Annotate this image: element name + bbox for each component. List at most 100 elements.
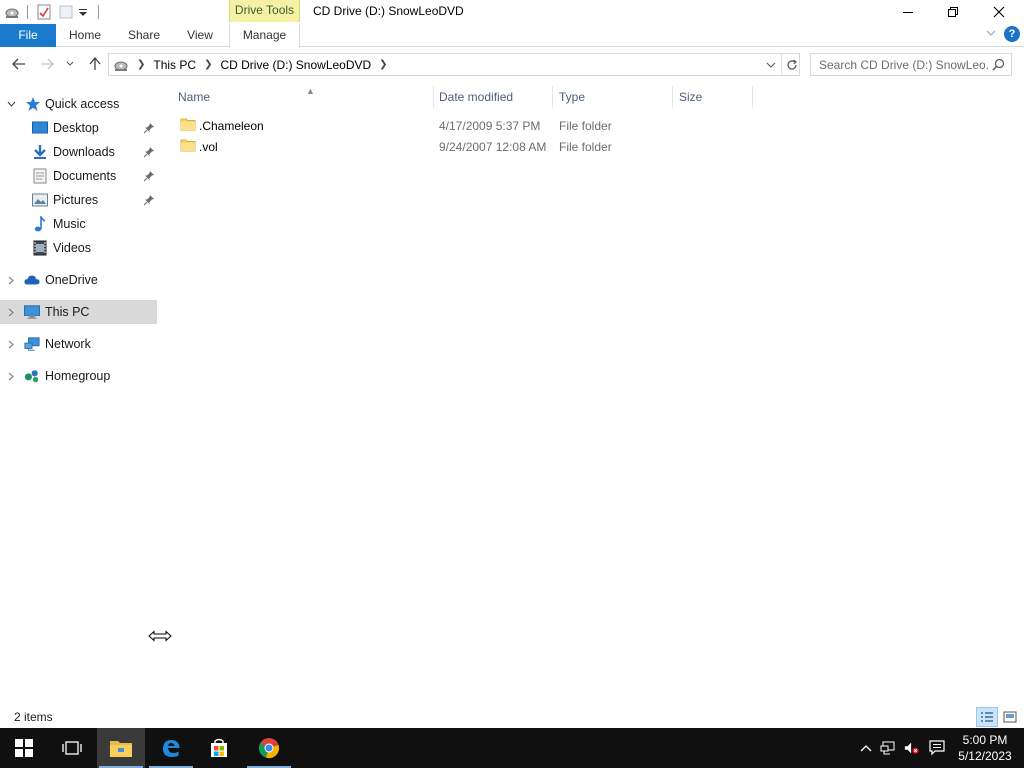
start-icon (15, 739, 33, 757)
pictures-icon (32, 192, 48, 208)
nav-item-onedrive[interactable]: OneDrive (0, 268, 157, 292)
forward-button[interactable] (36, 54, 58, 74)
tab-share[interactable]: Share (120, 24, 168, 47)
search-placeholder: Search CD Drive (D:) SnowLeo... (819, 58, 989, 72)
large-icons-view-icon (1003, 711, 1017, 723)
recent-locations-button[interactable] (62, 54, 78, 74)
help-icon[interactable]: ? (1004, 26, 1020, 42)
store-icon (211, 738, 227, 757)
expand-ribbon-icon[interactable] (986, 27, 996, 41)
taskbar-chrome[interactable] (245, 728, 293, 768)
breadcrumb-chevron-icon[interactable]: ❯ (137, 59, 145, 70)
tab-view[interactable]: View (178, 24, 222, 47)
new-folder-icon[interactable] (58, 4, 74, 20)
qat-separator (98, 5, 99, 19)
nav-item-music[interactable]: Music (0, 212, 157, 236)
breadcrumb: ❯ This PC ❯ CD Drive (D:) SnowLeoDVD ❯ (109, 54, 396, 75)
drive-tools-context-label: Drive Tools (229, 0, 300, 22)
close-button[interactable] (976, 0, 1022, 24)
nav-item-desktop[interactable]: Desktop (0, 116, 157, 140)
file-name: .vol (199, 140, 218, 154)
nav-quick-access[interactable]: Quick access (0, 92, 157, 116)
nav-label: Pictures (53, 193, 99, 207)
column-header-size[interactable]: Size (673, 86, 753, 108)
folder-icon (180, 117, 196, 131)
column-header-label: Name (178, 90, 211, 104)
tab-file[interactable]: File (0, 24, 56, 47)
network-icon (24, 336, 40, 352)
taskbar: 5:00 PM 5/12/2023 (0, 728, 1024, 768)
this-pc-icon (24, 304, 40, 320)
nav-label: OneDrive (45, 273, 98, 287)
customize-qat-dropdown-icon[interactable] (78, 4, 88, 20)
volume-muted-icon[interactable] (904, 740, 920, 756)
pin-icon[interactable] (143, 170, 155, 182)
action-center-icon[interactable] (929, 740, 945, 756)
nav-item-downloads[interactable]: Downloads (0, 140, 157, 164)
details-view-button[interactable] (976, 707, 998, 727)
downloads-icon (32, 144, 48, 160)
minimize-button[interactable] (885, 0, 931, 24)
breadcrumb-chevron-icon[interactable]: ❯ (204, 59, 212, 70)
address-bar[interactable]: ❯ This PC ❯ CD Drive (D:) SnowLeoDVD ❯ (108, 53, 800, 76)
refresh-button[interactable] (781, 54, 801, 75)
collapsed-chevron-icon[interactable] (6, 268, 16, 292)
expanded-chevron-icon[interactable] (6, 92, 16, 116)
network-status-icon[interactable] (880, 740, 896, 756)
system-clock[interactable]: 5:00 PM 5/12/2023 (954, 732, 1016, 764)
nav-label: Quick access (45, 97, 120, 111)
back-arrow-icon (12, 58, 25, 70)
breadcrumb-this-pc[interactable]: This PC (153, 58, 196, 72)
up-button[interactable] (84, 54, 106, 74)
close-icon (993, 6, 1005, 18)
column-header-type[interactable]: Type (553, 86, 673, 108)
breadcrumb-chevron-icon[interactable]: ❯ (379, 59, 387, 70)
pin-icon[interactable] (143, 194, 155, 206)
nav-item-documents[interactable]: Documents (0, 164, 157, 188)
nav-item-videos[interactable]: Videos (0, 236, 157, 260)
file-row[interactable]: .Chameleon 4/17/2009 5:37 PM File folder (176, 115, 776, 136)
taskbar-file-explorer[interactable] (97, 728, 145, 768)
nav-item-pictures[interactable]: Pictures (0, 188, 157, 212)
address-history-dropdown[interactable] (763, 54, 779, 75)
file-row[interactable]: .vol 9/24/2007 12:08 AM File folder (176, 136, 776, 157)
file-type: File folder (559, 119, 612, 133)
start-button[interactable] (0, 728, 48, 768)
cd-drive-icon (113, 57, 129, 73)
file-name: .Chameleon (199, 119, 264, 133)
show-hidden-icons-chevron-icon[interactable] (858, 740, 874, 756)
file-type: File folder (559, 140, 612, 154)
nav-label: Downloads (53, 145, 115, 159)
column-header-label: Date modified (439, 90, 514, 104)
back-button[interactable] (8, 54, 30, 74)
file-explorer-icon (110, 741, 132, 757)
taskbar-store[interactable] (195, 728, 243, 768)
large-icons-view-button[interactable] (999, 707, 1021, 727)
collapsed-chevron-icon[interactable] (6, 300, 16, 324)
column-header-date-modified[interactable]: Date modified (433, 86, 553, 108)
column-header-name[interactable]: Name ▲ (172, 86, 434, 108)
documents-icon (32, 168, 48, 184)
refresh-icon (786, 59, 797, 70)
restore-button[interactable] (930, 0, 976, 24)
music-icon (32, 216, 48, 232)
pin-icon[interactable] (143, 146, 155, 158)
qat-separator (27, 5, 28, 19)
pin-icon[interactable] (143, 122, 155, 134)
search-icon[interactable] (992, 58, 1005, 74)
homegroup-icon (24, 368, 40, 384)
item-count: 2 items (14, 710, 53, 724)
nav-item-this-pc[interactable]: This PC (0, 300, 157, 324)
task-view-button[interactable] (48, 728, 96, 768)
taskbar-edge[interactable] (147, 728, 195, 768)
nav-item-homegroup[interactable]: Homegroup (0, 364, 157, 388)
nav-item-network[interactable]: Network (0, 332, 157, 356)
tab-manage[interactable]: Manage (229, 24, 300, 48)
properties-icon[interactable] (36, 4, 52, 20)
search-input[interactable]: Search CD Drive (D:) SnowLeo... (810, 53, 1012, 76)
collapsed-chevron-icon[interactable] (6, 332, 16, 356)
breadcrumb-cd-drive[interactable]: CD Drive (D:) SnowLeoDVD (220, 58, 371, 72)
tab-home[interactable]: Home (60, 24, 110, 47)
nav-label: Desktop (53, 121, 99, 135)
collapsed-chevron-icon[interactable] (6, 364, 16, 388)
